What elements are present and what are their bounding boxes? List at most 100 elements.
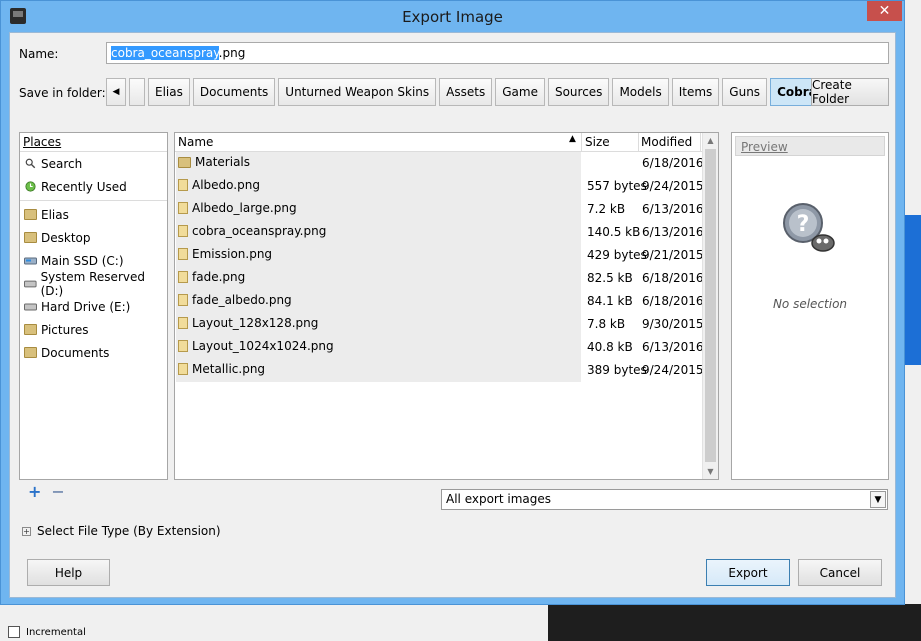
filename-extension: .png xyxy=(218,46,246,60)
file-size: 7.8 kB xyxy=(587,317,626,331)
image-file-icon xyxy=(178,271,188,283)
file-name: Layout_128x128.png xyxy=(192,316,319,330)
file-row[interactable]: fade_albedo.png 84.1 kB 6/18/2016 xyxy=(175,290,704,313)
file-modified: 9/24/2015 xyxy=(642,363,704,377)
help-button[interactable]: Help xyxy=(27,559,110,586)
expand-icon[interactable]: + xyxy=(22,526,31,536)
file-filter-select[interactable]: All export images ▼ xyxy=(441,489,888,510)
file-modified: 6/18/2016 xyxy=(642,156,704,170)
file-size: 140.5 kB xyxy=(587,225,641,239)
image-file-icon xyxy=(178,294,188,306)
place-pictures[interactable]: Pictures xyxy=(20,318,167,341)
export-button[interactable]: Export xyxy=(706,559,790,586)
column-divider[interactable] xyxy=(581,133,582,151)
chevron-down-icon[interactable]: ▼ xyxy=(870,491,886,508)
file-row[interactable]: Albedo.png 557 bytes 9/24/2015 xyxy=(175,175,704,198)
image-file-icon xyxy=(178,340,188,352)
scroll-up-icon[interactable]: ▲ xyxy=(703,133,718,148)
place-recently-used[interactable]: Recently Used xyxy=(20,175,167,198)
drive-icon xyxy=(24,280,37,288)
breadcrumb-back-button[interactable]: ◀ xyxy=(106,78,126,106)
breadcrumb-documents[interactable]: Documents xyxy=(192,78,276,106)
column-header-modified[interactable]: Modified xyxy=(641,135,692,149)
file-size: 40.8 kB xyxy=(587,340,633,354)
file-row[interactable]: Emission.png 429 bytes 9/21/2015 xyxy=(175,244,704,267)
place-label: Desktop xyxy=(41,230,91,245)
column-divider[interactable] xyxy=(700,133,701,151)
image-file-icon xyxy=(178,363,188,375)
scrollbar-thumb[interactable] xyxy=(705,149,716,462)
place-elias[interactable]: Elias xyxy=(20,203,167,226)
file-row[interactable]: cobra_oceanspray.png 140.5 kB 6/13/2016 xyxy=(175,221,704,244)
column-header-size[interactable]: Size xyxy=(585,135,610,149)
breadcrumb-sources[interactable]: Sources xyxy=(547,78,610,106)
place-search[interactable]: Search xyxy=(20,152,167,175)
breadcrumb-guns[interactable]: Guns xyxy=(722,78,768,106)
place-label: Documents xyxy=(41,345,110,360)
place-desktop[interactable]: Desktop xyxy=(20,226,167,249)
file-list-scrollbar[interactable]: ▲ ▼ xyxy=(702,133,718,479)
incremental-option: Incremental xyxy=(8,626,86,638)
filename-input[interactable]: cobra_oceanspray.png xyxy=(106,42,889,64)
place-label: System Reserved (D:) xyxy=(40,269,145,298)
close-button[interactable]: ✕ xyxy=(867,1,902,21)
breadcrumb-models[interactable]: Models xyxy=(612,78,669,106)
background-app-panel: Incremental xyxy=(0,604,921,641)
file-row[interactable]: Metallic.png 389 bytes 9/24/2015 xyxy=(175,359,704,382)
place-label: Hard Drive (E:) xyxy=(41,299,131,314)
cancel-button[interactable]: Cancel xyxy=(798,559,882,586)
file-row[interactable]: fade.png 82.5 kB 6/18/2016 xyxy=(175,267,704,290)
file-row[interactable]: Layout_128x128.png 7.8 kB 9/30/2015 xyxy=(175,313,704,336)
column-header-name[interactable]: Name xyxy=(178,135,213,149)
place-documents[interactable]: Documents xyxy=(20,341,167,364)
file-size: 82.5 kB xyxy=(587,271,633,285)
folder-icon xyxy=(24,209,37,220)
file-name: Layout_1024x1024.png xyxy=(192,339,334,353)
column-divider[interactable] xyxy=(638,133,639,151)
image-file-icon xyxy=(178,248,188,260)
file-row[interactable]: Layout_1024x1024.png 40.8 kB 6/13/2016 xyxy=(175,336,704,359)
file-name: Metallic.png xyxy=(192,362,266,376)
file-size: 7.2 kB xyxy=(587,202,626,216)
file-row[interactable]: Albedo_large.png 7.2 kB 6/13/2016 xyxy=(175,198,704,221)
clock-icon xyxy=(25,181,36,192)
breadcrumb-game[interactable]: Game xyxy=(495,78,545,106)
preview-header[interactable]: Preview xyxy=(735,136,885,156)
folder-icon xyxy=(178,156,191,168)
place-label: Recently Used xyxy=(41,179,127,194)
select-file-type-expander[interactable]: + Select File Type (By Extension) xyxy=(22,524,221,538)
incremental-label: Incremental xyxy=(26,626,86,638)
breadcrumb-items[interactable]: Items xyxy=(671,78,720,106)
scroll-down-icon[interactable]: ▼ xyxy=(703,464,718,479)
file-name: cobra_oceanspray.png xyxy=(192,224,327,238)
title-bar[interactable]: Export Image ✕ xyxy=(1,1,904,32)
remove-bookmark-icon[interactable]: − xyxy=(51,484,64,500)
sort-ascending-icon: ▲ xyxy=(569,134,576,144)
select-file-type-label: Select File Type (By Extension) xyxy=(37,524,221,538)
file-name: fade_albedo.png xyxy=(192,293,292,307)
breadcrumb-unturned-weapon-skins[interactable]: Unturned Weapon Skins xyxy=(278,78,437,106)
place-label: Main SSD (C:) xyxy=(41,253,124,268)
file-filter-value: All export images xyxy=(446,492,552,506)
image-file-icon xyxy=(178,225,188,237)
add-bookmark-icon[interactable]: + xyxy=(28,484,41,500)
file-size: 429 bytes xyxy=(587,248,647,262)
place-hard-drive[interactable]: Hard Drive (E:) xyxy=(20,295,167,318)
breadcrumb-assets[interactable]: Assets xyxy=(439,78,493,106)
image-file-icon xyxy=(178,317,188,329)
file-row[interactable]: Materials 6/18/2016 xyxy=(175,152,704,175)
places-divider xyxy=(20,200,167,201)
file-modified: 9/24/2015 xyxy=(642,179,704,193)
file-name: Materials xyxy=(195,155,251,169)
unknown-image-icon: ? xyxy=(783,203,835,252)
window-title: Export Image xyxy=(402,8,503,26)
place-system-reserved[interactable]: System Reserved (D:) xyxy=(20,269,167,298)
places-header[interactable]: Places xyxy=(20,133,167,152)
file-list: Name ▲ Size Modified Materials 6/18/2016 … xyxy=(174,132,719,480)
breadcrumb-elias[interactable]: Elias xyxy=(148,78,190,106)
file-name: Albedo_large.png xyxy=(192,201,297,215)
place-label: Pictures xyxy=(41,322,89,337)
file-name: fade.png xyxy=(192,270,246,284)
breadcrumb-overflow[interactable] xyxy=(129,78,145,106)
create-folder-button[interactable]: Create Folder xyxy=(811,78,889,106)
